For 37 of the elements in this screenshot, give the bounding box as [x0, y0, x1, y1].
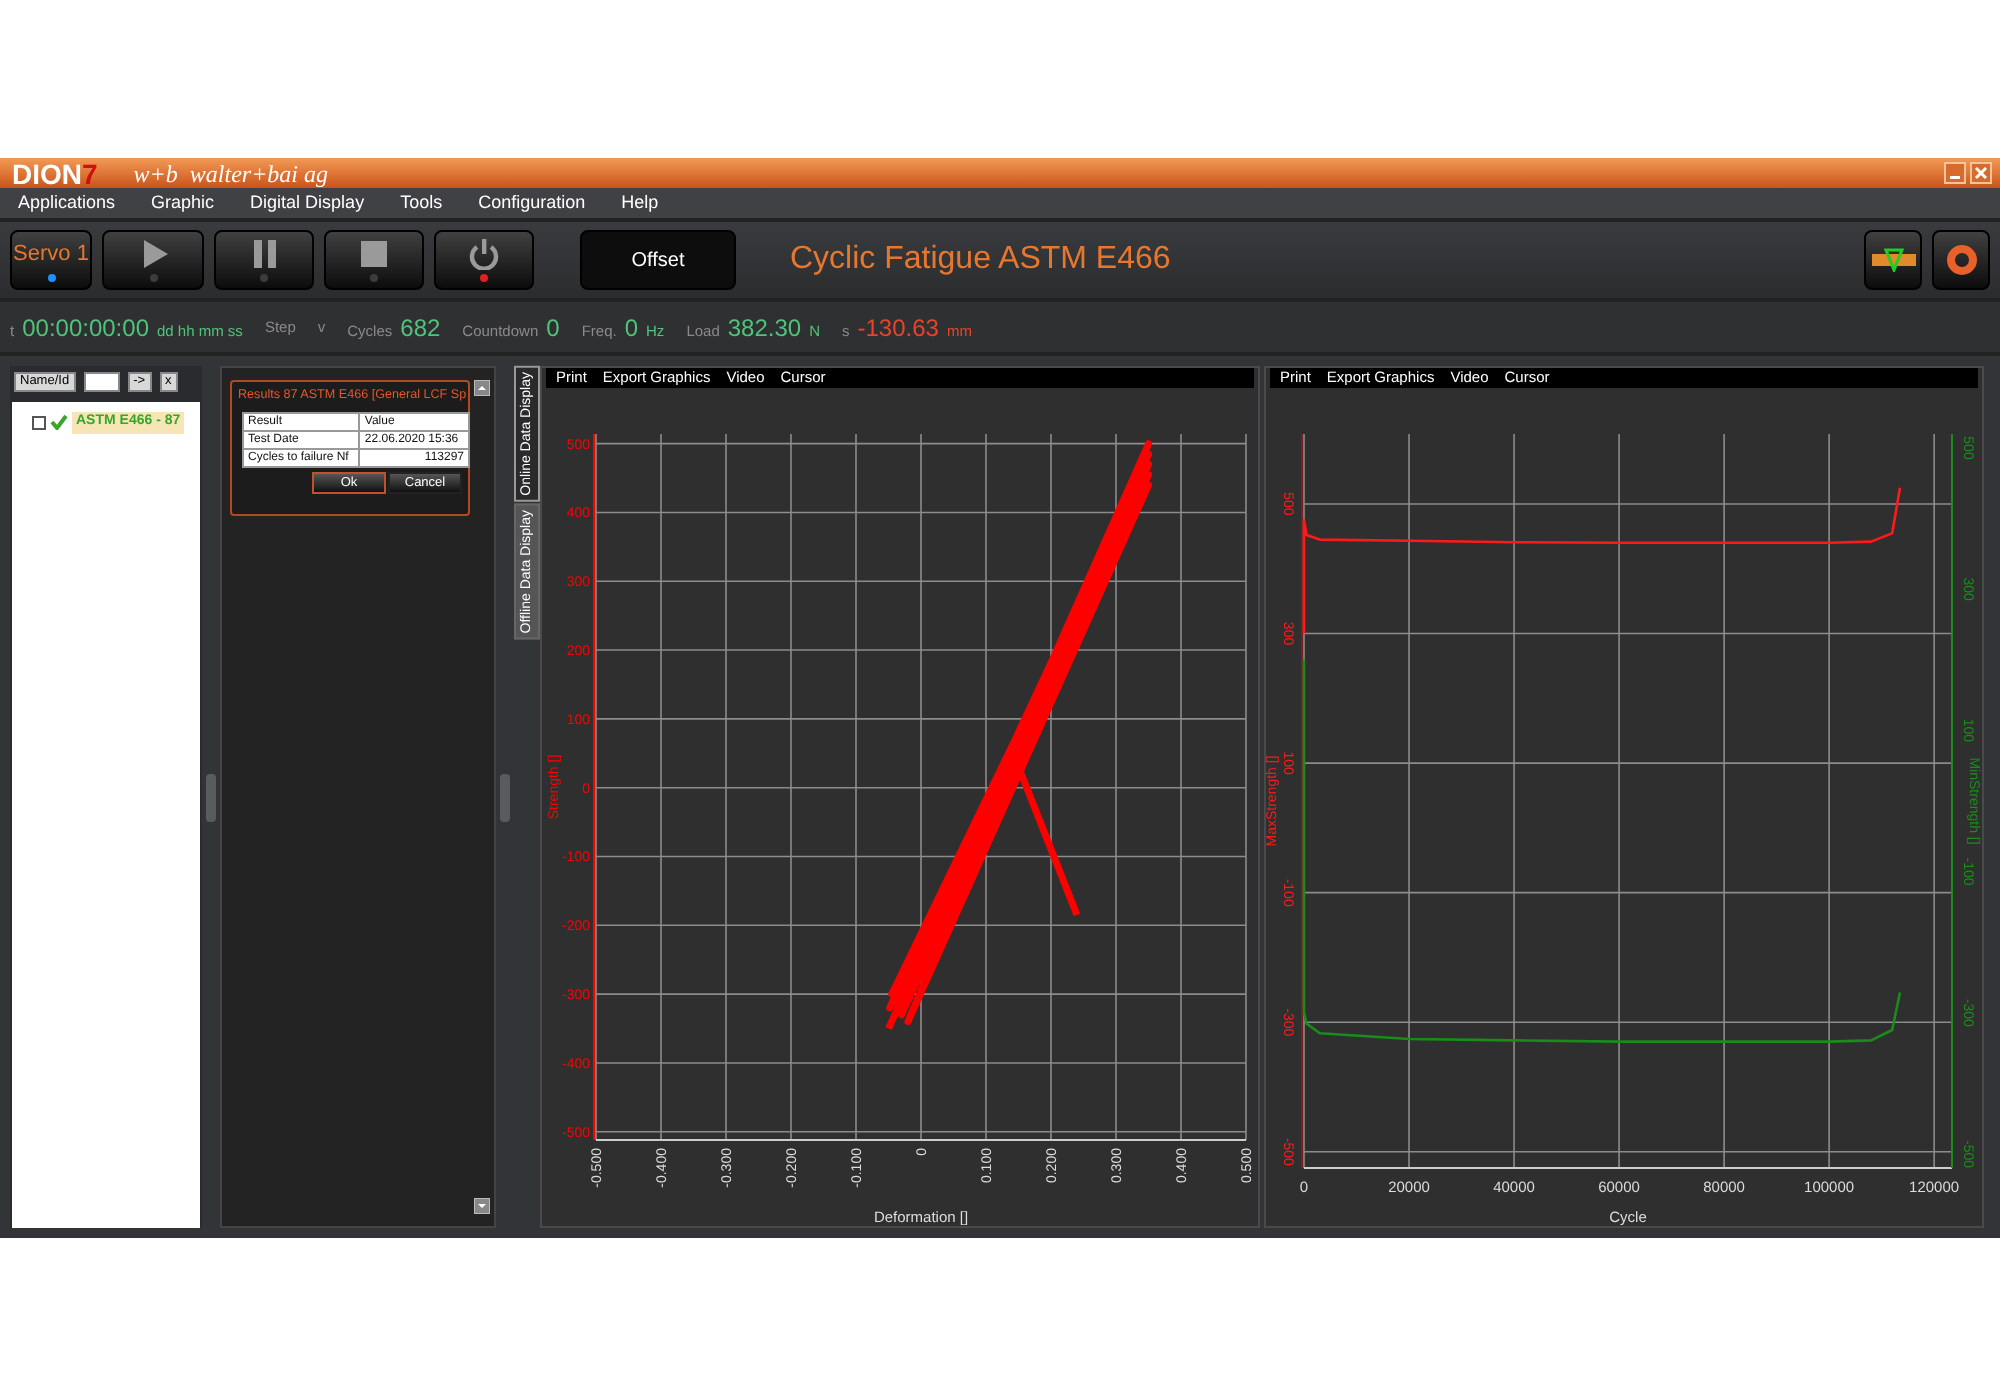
play-button[interactable]	[102, 230, 204, 290]
shield-tool-button[interactable]	[1864, 230, 1922, 290]
offset-button[interactable]: Offset	[580, 230, 736, 290]
readout-value: 0	[624, 311, 639, 345]
test-title: Cyclic Fatigue ASTM E466	[790, 240, 1171, 280]
menu-item[interactable]: Applications	[18, 189, 116, 217]
close-button[interactable]	[1970, 162, 1992, 184]
close-icon	[1974, 166, 1988, 180]
shield-icon	[1871, 248, 1915, 272]
scroll-up-icon	[474, 380, 490, 396]
splitter-handle[interactable]	[206, 773, 216, 821]
menu-item[interactable]: Help	[621, 189, 659, 217]
stop-icon	[358, 238, 390, 270]
readout-value: 00:00:00:00	[22, 311, 149, 345]
readout-value: 382.30	[727, 311, 802, 345]
servo-button[interactable]: Servo 1	[10, 230, 92, 290]
search-field[interactable]	[83, 372, 120, 392]
logo: DION7	[12, 159, 98, 187]
scroll-down-icon	[474, 1198, 490, 1214]
company-name: w+b walter+bai ag	[133, 158, 328, 191]
menu-item[interactable]: Graphic	[151, 189, 215, 217]
menu-item[interactable]: Configuration	[478, 189, 586, 217]
ring-tool-button[interactable]	[1932, 230, 1990, 290]
pause-button[interactable]	[214, 230, 314, 290]
power-icon	[468, 238, 500, 270]
minimize-button[interactable]	[1944, 162, 1966, 184]
readout-value: -130.63	[857, 311, 939, 345]
readout-value: 0	[546, 311, 560, 345]
pause-icon	[248, 238, 280, 270]
power-button[interactable]	[434, 230, 534, 290]
menu-item[interactable]: Tools	[400, 189, 443, 217]
menu-item[interactable]: Digital Display	[250, 189, 365, 217]
splitter-handle[interactable]	[499, 773, 509, 821]
readout-value: 682	[400, 311, 441, 345]
tree-checkbox[interactable]	[32, 415, 46, 430]
stop-button[interactable]	[324, 230, 424, 290]
ring-icon	[1945, 244, 1977, 276]
